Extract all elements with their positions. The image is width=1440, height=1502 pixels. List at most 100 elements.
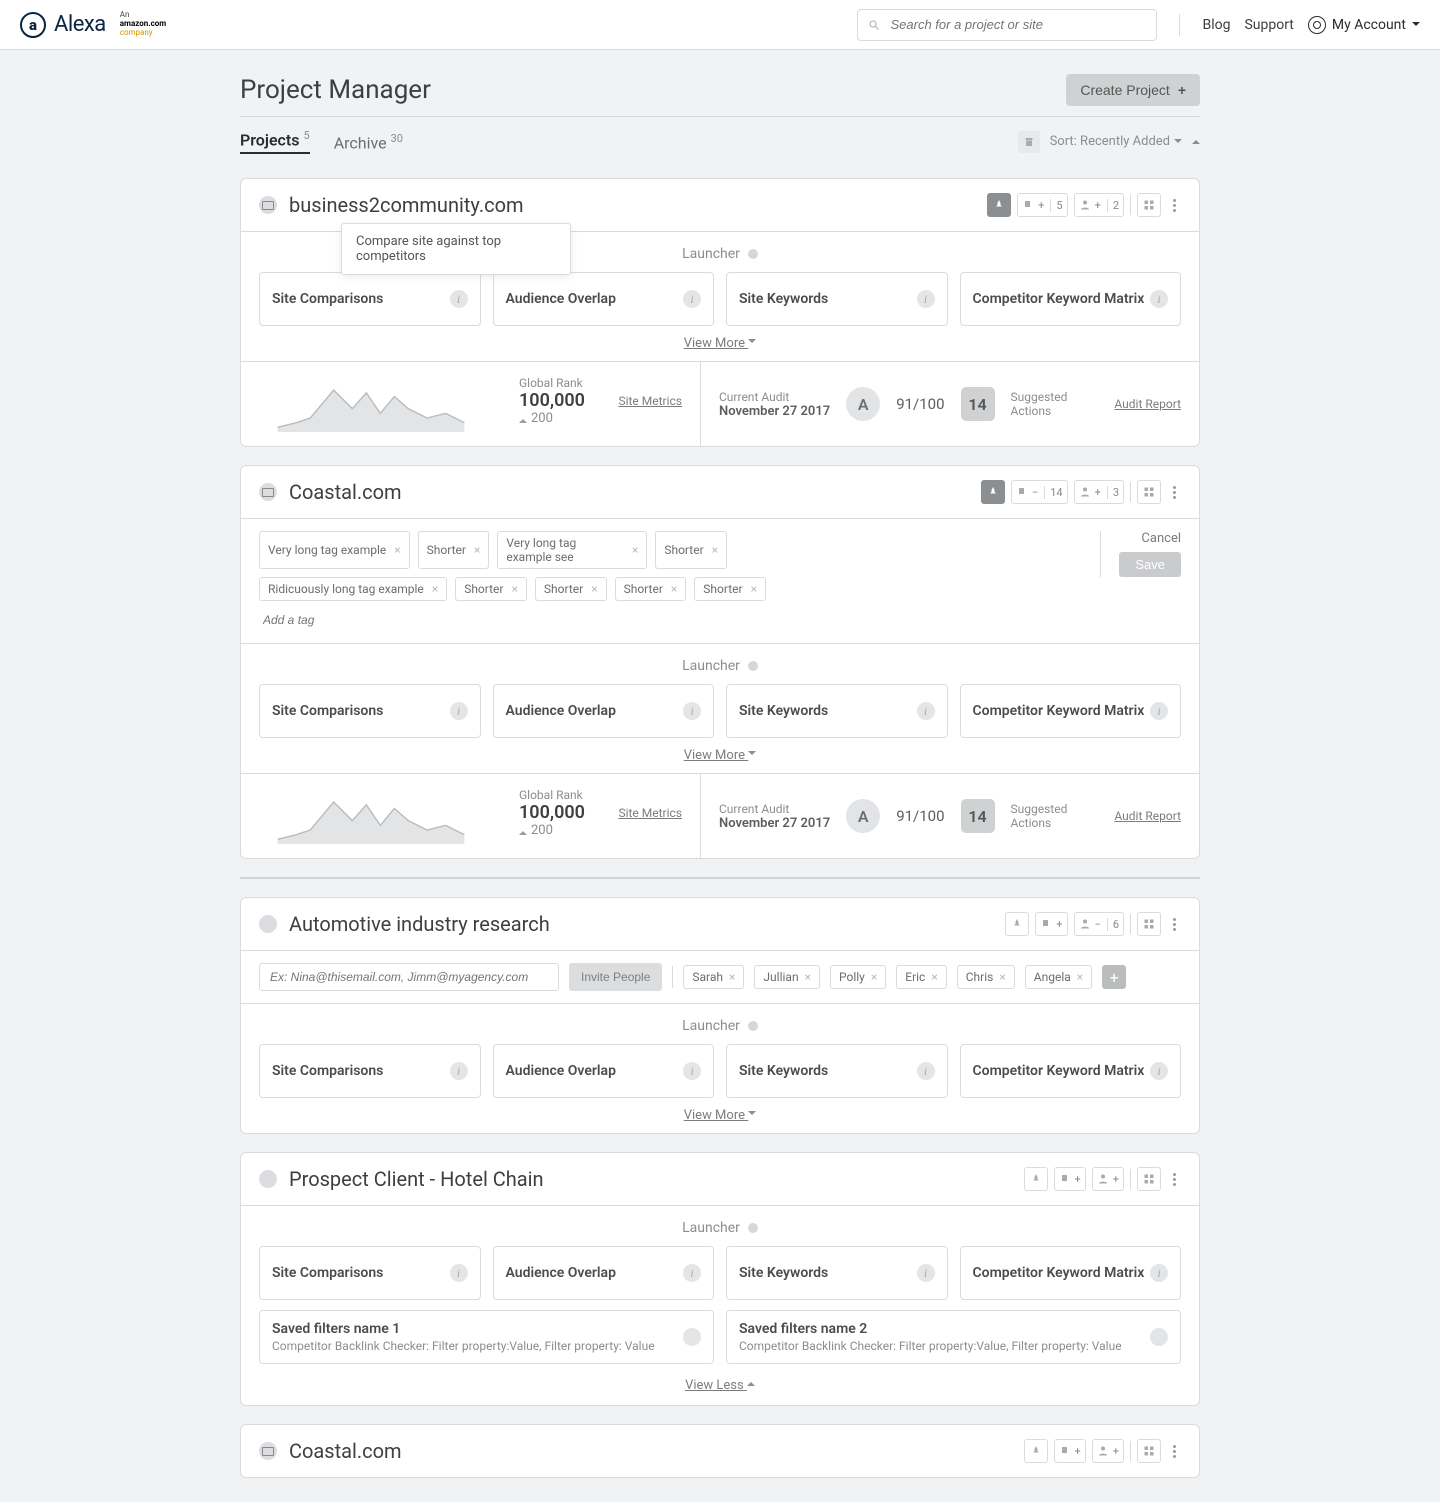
nav-support[interactable]: Support — [1244, 17, 1293, 33]
share-button[interactable]: +2 — [1074, 193, 1124, 217]
remove-icon[interactable]: × — [729, 970, 735, 984]
tag-chip[interactable]: Very long tag example× — [259, 531, 410, 569]
info-icon[interactable]: i — [683, 290, 701, 308]
tag-chip[interactable]: Shorter× — [455, 577, 527, 601]
remove-tag-icon[interactable]: × — [712, 543, 718, 557]
site-metrics-link[interactable]: Site Metrics — [618, 806, 682, 820]
remove-tag-icon[interactable]: × — [474, 543, 480, 557]
info-icon[interactable]: i — [1150, 1264, 1168, 1282]
remove-tag-icon[interactable]: × — [432, 582, 438, 596]
share-button[interactable]: −6 — [1074, 912, 1124, 936]
more-menu[interactable] — [1167, 918, 1181, 931]
add-person-button[interactable]: + — [1102, 965, 1126, 989]
tab-archive[interactable]: Archive30 — [334, 132, 403, 152]
info-icon[interactable]: i — [683, 702, 701, 720]
view-more-link[interactable]: View More — [684, 748, 757, 763]
grid-view-button[interactable] — [1137, 1439, 1161, 1463]
pin-button[interactable] — [1024, 1167, 1048, 1191]
grid-view-button[interactable] — [1137, 480, 1161, 504]
remove-tag-icon[interactable]: × — [751, 582, 757, 596]
tool-audience-overlap[interactable]: Audience Overlapi — [493, 272, 715, 326]
info-icon[interactable]: i — [450, 1062, 468, 1080]
info-icon[interactable]: i — [683, 1062, 701, 1080]
person-chip[interactable]: Sarah× — [683, 965, 744, 989]
share-button[interactable]: + — [1092, 1167, 1124, 1191]
tag-chip[interactable]: Shorter× — [418, 531, 490, 569]
remove-tag-icon[interactable]: × — [671, 582, 677, 596]
global-search[interactable] — [857, 9, 1157, 41]
tag-chip[interactable]: Very long tag example see× — [497, 531, 647, 569]
tool-site-comparisons[interactable]: Site Comparisonsi — [259, 1246, 481, 1300]
sort-direction-toggle[interactable] — [1192, 136, 1200, 144]
more-menu[interactable] — [1167, 1445, 1181, 1458]
sort-dropdown[interactable]: Sort: Recently Added — [1050, 134, 1182, 149]
info-icon[interactable]: i — [917, 1062, 935, 1080]
tag-button[interactable]: + — [1054, 1439, 1086, 1463]
tag-button[interactable]: −14 — [1011, 480, 1068, 504]
info-icon[interactable]: i — [1150, 702, 1168, 720]
tool-competitor-matrix[interactable]: Competitor Keyword Matrixi — [960, 1044, 1182, 1098]
remove-icon[interactable]: × — [871, 970, 877, 984]
tag-chip[interactable]: Shorter× — [615, 577, 687, 601]
project-title[interactable]: Automotive industry research — [289, 912, 550, 936]
cancel-button[interactable]: Cancel — [1141, 531, 1181, 546]
tool-site-comparisons[interactable]: Site Comparisonsi — [259, 684, 481, 738]
grid-view-button[interactable] — [1137, 193, 1161, 217]
audit-report-link[interactable]: Audit Report — [1114, 397, 1181, 411]
more-menu[interactable] — [1167, 1173, 1181, 1186]
person-chip[interactable]: Eric× — [896, 965, 947, 989]
info-icon[interactable]: i — [917, 702, 935, 720]
create-project-button[interactable]: Create Project+ — [1066, 74, 1200, 106]
remove-icon[interactable]: × — [1077, 970, 1083, 984]
tag-chip[interactable]: Shorter× — [655, 531, 727, 569]
tool-site-keywords[interactable]: Site Keywordsi — [726, 272, 948, 326]
save-button[interactable]: Save — [1119, 552, 1181, 577]
tag-chip[interactable]: Ridicuously long tag example× — [259, 577, 447, 601]
info-icon[interactable]: i — [917, 1264, 935, 1282]
share-button[interactable]: + — [1092, 1439, 1124, 1463]
view-less-link[interactable]: View Less — [685, 1378, 755, 1393]
tool-site-keywords[interactable]: Site Keywordsi — [726, 684, 948, 738]
project-title[interactable]: Coastal.com — [289, 480, 402, 504]
tag-chip[interactable]: Shorter× — [694, 577, 766, 601]
pin-button[interactable] — [1024, 1439, 1048, 1463]
info-icon[interactable] — [1150, 1328, 1168, 1346]
info-icon[interactable]: i — [450, 1264, 468, 1282]
archive-indicator-icon[interactable] — [1018, 131, 1040, 153]
grid-view-button[interactable] — [1137, 1167, 1161, 1191]
invite-button[interactable]: Invite People — [569, 963, 662, 991]
more-menu[interactable] — [1167, 486, 1181, 499]
brand-logo[interactable]: a Alexa — [20, 12, 106, 38]
remove-icon[interactable]: × — [931, 970, 937, 984]
person-chip[interactable]: Polly× — [830, 965, 886, 989]
view-more-link[interactable]: View More — [684, 336, 757, 351]
grid-view-button[interactable] — [1137, 912, 1161, 936]
person-chip[interactable]: Angela× — [1025, 965, 1092, 989]
tool-site-comparisons[interactable]: Site Comparisonsi — [259, 272, 481, 326]
tag-button[interactable]: + — [1035, 912, 1067, 936]
invite-email-input[interactable] — [259, 963, 559, 991]
tool-competitor-matrix[interactable]: Competitor Keyword Matrixi — [960, 684, 1182, 738]
tab-projects[interactable]: Projects5 — [240, 129, 310, 154]
info-icon[interactable] — [683, 1328, 701, 1346]
person-chip[interactable]: Chris× — [957, 965, 1015, 989]
view-more-link[interactable]: View More — [684, 1108, 757, 1123]
saved-filter[interactable]: Saved filters name 2 Competitor Backlink… — [726, 1310, 1181, 1364]
account-menu[interactable]: My Account — [1308, 16, 1420, 34]
more-menu[interactable] — [1167, 199, 1181, 212]
info-icon[interactable]: i — [683, 1264, 701, 1282]
pin-button[interactable] — [1005, 912, 1029, 936]
site-metrics-link[interactable]: Site Metrics — [618, 394, 682, 408]
remove-tag-icon[interactable]: × — [632, 543, 638, 557]
search-input[interactable] — [888, 16, 1146, 33]
tool-audience-overlap[interactable]: Audience Overlapi — [493, 1246, 715, 1300]
tool-competitor-matrix[interactable]: Competitor Keyword Matrixi — [960, 272, 1182, 326]
remove-tag-icon[interactable]: × — [591, 582, 597, 596]
remove-icon[interactable]: × — [999, 970, 1005, 984]
info-icon[interactable]: i — [450, 702, 468, 720]
tool-audience-overlap[interactable]: Audience Overlapi — [493, 1044, 715, 1098]
tag-button[interactable]: +5 — [1017, 193, 1067, 217]
tag-chip[interactable]: Shorter× — [535, 577, 607, 601]
tool-site-keywords[interactable]: Site Keywordsi — [726, 1044, 948, 1098]
tool-site-keywords[interactable]: Site Keywordsi — [726, 1246, 948, 1300]
